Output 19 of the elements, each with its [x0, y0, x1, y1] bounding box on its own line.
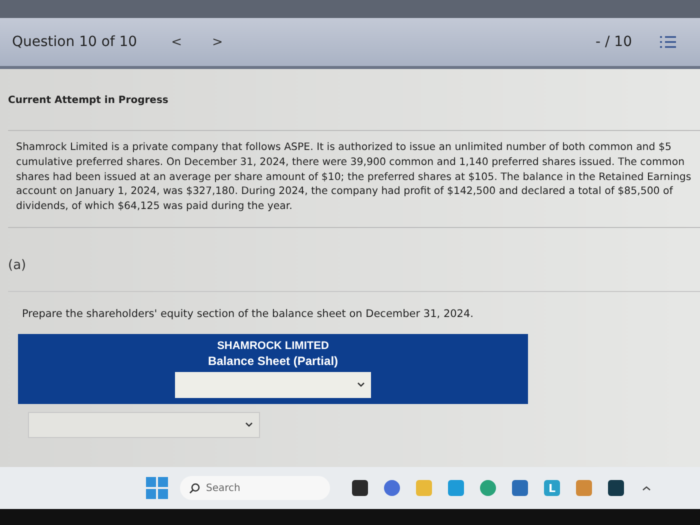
windows-start-icon[interactable]	[146, 477, 168, 499]
list-icon[interactable]	[660, 35, 676, 49]
problem-text: Shamrock Limited is a private company that follows ASPE. It is authorized to issue an unlimited number of both common and $5 cumulative preferred shares. On December 31, 2024, there were 39,900 common and 1,140 preferred shares issued. The common shares had been issued at an average per share amount of $10; the preferred shares at $105. The balance in the Retained Earnings account on January 1, 2024, was $327,180. During 2024, the company had profit of $142,500 and declared a total of $85,500 of dividends, of which $64,125 was paid during the year.	[8, 130, 700, 228]
taskbar-search-field[interactable]: Search	[180, 476, 330, 500]
instruction-text: Prepare the shareholders' equity section of the balance sheet on December 31, 2024.	[22, 308, 475, 320]
chevron-down-icon	[357, 382, 365, 388]
app-icon[interactable]	[608, 480, 624, 496]
next-button[interactable]: >	[202, 34, 233, 50]
attempt-status: Current Attempt in Progress	[8, 95, 170, 106]
statement-title: Balance Sheet (Partial)	[208, 354, 338, 368]
question-counter: Question 10 of 10	[12, 34, 138, 50]
chevron-down-icon	[245, 422, 253, 428]
score-text: - / 10	[596, 34, 632, 50]
part-label: (a)	[8, 258, 700, 292]
app-icon[interactable]	[352, 480, 368, 496]
chevron-up-icon[interactable]	[642, 486, 651, 490]
company-name: SHAMROCK LIMITED	[217, 340, 329, 352]
date-dropdown[interactable]	[175, 372, 371, 398]
previous-button[interactable]: <	[161, 34, 192, 50]
